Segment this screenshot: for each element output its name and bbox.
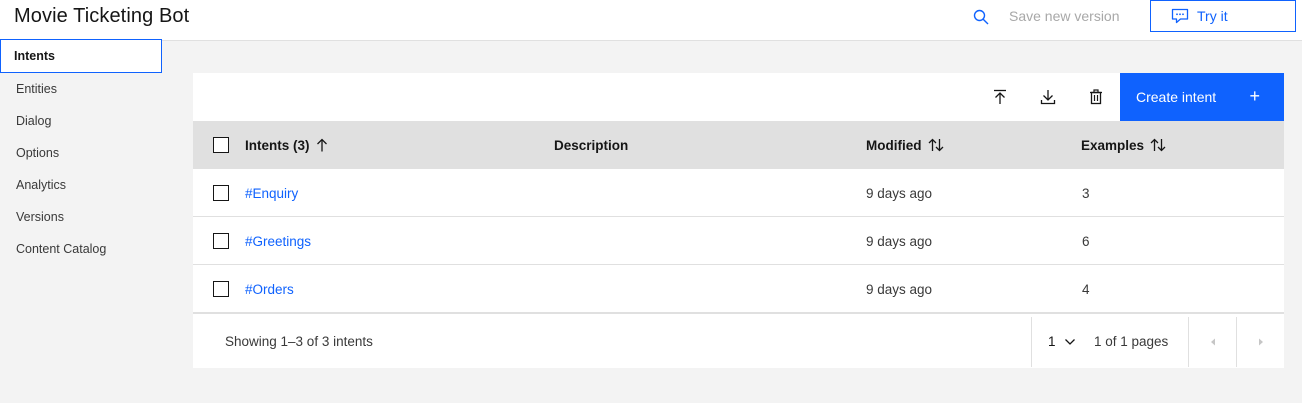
intent-modified: 9 days ago bbox=[866, 281, 933, 297]
sort-icon bbox=[928, 138, 944, 152]
chat-icon bbox=[1171, 8, 1189, 24]
caret-left-icon bbox=[1210, 338, 1216, 346]
column-examples-label: Examples bbox=[1081, 137, 1145, 153]
column-modified[interactable]: Modified bbox=[866, 121, 944, 169]
table-row: #Enquiry 9 days ago 3 bbox=[193, 169, 1284, 217]
intents-table-card: Create intent + Intents (3) Description … bbox=[193, 73, 1284, 368]
page-select-value: 1 bbox=[1048, 334, 1056, 349]
column-intents[interactable]: Intents (3) bbox=[245, 121, 328, 169]
column-examples[interactable]: Examples bbox=[1081, 121, 1166, 169]
intent-examples: 3 bbox=[1082, 185, 1090, 201]
caret-right-icon bbox=[1258, 338, 1264, 346]
sidebar-item-entities[interactable]: Entities bbox=[0, 72, 162, 106]
pagination-summary: Showing 1–3 of 3 intents bbox=[225, 334, 373, 349]
table-header: Intents (3) Description Modified Example… bbox=[193, 121, 1284, 169]
row-checkbox[interactable] bbox=[213, 233, 229, 249]
top-header: Movie Ticketing Bot Save new version Try… bbox=[0, 0, 1302, 41]
try-it-button[interactable]: Try it bbox=[1150, 0, 1296, 32]
intent-examples: 4 bbox=[1082, 281, 1090, 297]
table-toolbar: Create intent + bbox=[193, 73, 1284, 121]
sidebar-item-analytics[interactable]: Analytics bbox=[0, 168, 162, 202]
app-title: Movie Ticketing Bot bbox=[14, 5, 190, 27]
sidebar-item-dialog[interactable]: Dialog bbox=[0, 104, 162, 138]
row-checkbox[interactable] bbox=[213, 281, 229, 297]
next-page-button[interactable] bbox=[1237, 314, 1285, 369]
previous-page-button[interactable] bbox=[1189, 314, 1237, 369]
arrow-up-icon bbox=[316, 138, 328, 152]
page-select[interactable]: 1 bbox=[1048, 314, 1076, 369]
select-all-checkbox[interactable] bbox=[213, 137, 229, 153]
upload-icon[interactable] bbox=[988, 85, 1012, 109]
save-new-version-button[interactable]: Save new version bbox=[1009, 8, 1120, 24]
sidebar-nav: Intents Entities Dialog Options Analytic… bbox=[0, 39, 162, 403]
sort-icon bbox=[1150, 138, 1166, 152]
sidebar-item-options[interactable]: Options bbox=[0, 136, 162, 170]
table-row: #Greetings 9 days ago 6 bbox=[193, 217, 1284, 265]
intent-examples: 6 bbox=[1082, 233, 1090, 249]
create-intent-label: Create intent bbox=[1136, 89, 1217, 105]
download-icon[interactable] bbox=[1036, 85, 1060, 109]
sidebar-item-intents[interactable]: Intents bbox=[0, 39, 162, 73]
column-modified-label: Modified bbox=[866, 137, 922, 153]
intent-name-link[interactable]: #Orders bbox=[245, 265, 294, 313]
intent-name-link[interactable]: #Greetings bbox=[245, 217, 311, 265]
try-it-label: Try it bbox=[1197, 8, 1228, 24]
column-description: Description bbox=[554, 137, 629, 153]
row-checkbox[interactable] bbox=[213, 185, 229, 201]
create-intent-button[interactable]: Create intent + bbox=[1120, 73, 1284, 121]
intent-modified: 9 days ago bbox=[866, 233, 933, 249]
intent-modified: 9 days ago bbox=[866, 185, 933, 201]
divider bbox=[1031, 317, 1032, 367]
chevron-down-icon bbox=[1064, 338, 1076, 346]
delete-icon[interactable] bbox=[1084, 85, 1108, 109]
column-intents-label: Intents (3) bbox=[245, 137, 310, 153]
intent-name-link[interactable]: #Enquiry bbox=[245, 169, 298, 217]
pagination-bar: Showing 1–3 of 3 intents 1 1 of 1 pages bbox=[193, 313, 1284, 368]
sidebar-item-content-catalog[interactable]: Content Catalog bbox=[0, 232, 162, 266]
table-row: #Orders 9 days ago 4 bbox=[193, 265, 1284, 313]
page-count: 1 of 1 pages bbox=[1094, 334, 1169, 349]
search-icon[interactable] bbox=[970, 6, 992, 28]
sidebar-item-versions[interactable]: Versions bbox=[0, 200, 162, 234]
plus-icon: + bbox=[1249, 86, 1260, 106]
